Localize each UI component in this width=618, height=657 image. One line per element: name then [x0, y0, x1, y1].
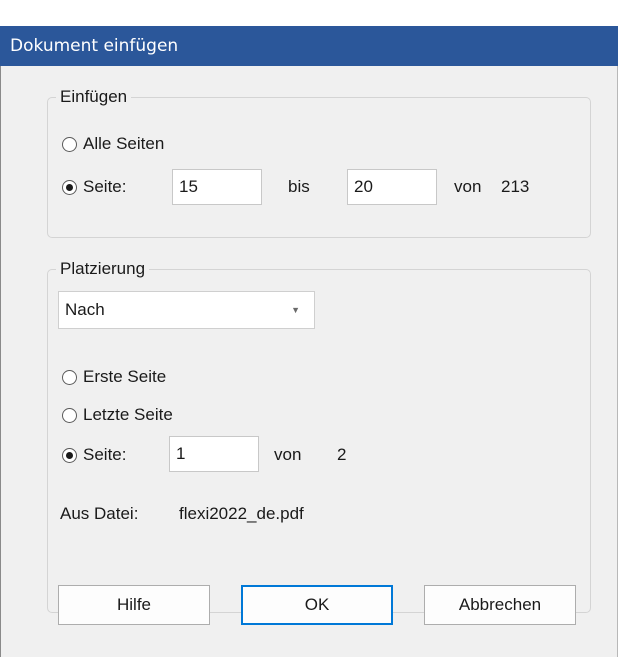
- radio-first-page-label: Erste Seite: [83, 367, 167, 386]
- from-page-input[interactable]: 15: [172, 169, 262, 205]
- placement-position-value: Nach: [65, 300, 105, 319]
- radio-placement-page-circle[interactable]: [62, 447, 77, 463]
- radio-placement-page-label: Seite:: [83, 445, 127, 464]
- dialog-title-bar[interactable]: Dokument einfügen: [0, 26, 618, 66]
- placement-group: Platzierung Nach ▼ Erste Seite Letzte Se…: [47, 258, 591, 613]
- source-file-label: Aus Datei:: [60, 504, 139, 523]
- source-file-name: flexi2022_de.pdf: [179, 504, 304, 523]
- chevron-down-icon: ▼: [291, 305, 300, 315]
- of-total-label: von: [454, 177, 482, 196]
- radio-last-page-circle[interactable]: [62, 407, 77, 423]
- radio-page-range[interactable]: Seite:: [62, 174, 126, 200]
- ok-button[interactable]: OK: [241, 585, 393, 625]
- placement-group-legend: Platzierung: [56, 258, 150, 280]
- insert-group: Einfügen Alle Seiten Seite: 15 bis 20 vo…: [47, 86, 591, 238]
- radio-page-range-label: Seite:: [83, 177, 127, 196]
- radio-last-page-label: Letzte Seite: [83, 405, 173, 424]
- radio-all-pages-label: Alle Seiten: [83, 134, 165, 153]
- total-pages-value: 213: [501, 177, 530, 196]
- help-button[interactable]: Hilfe: [58, 585, 210, 625]
- dialog-title: Dokument einfügen: [10, 36, 179, 56]
- radio-page-range-circle[interactable]: [62, 179, 77, 195]
- radio-first-page-circle[interactable]: [62, 369, 77, 385]
- placement-position-select[interactable]: Nach ▼: [58, 291, 315, 329]
- window-top-strip: [0, 0, 618, 26]
- radio-all-pages[interactable]: Alle Seiten: [62, 131, 164, 157]
- radio-last-page[interactable]: Letzte Seite: [62, 402, 173, 428]
- placement-of-label: von: [274, 445, 302, 464]
- cancel-button[interactable]: Abbrechen: [424, 585, 576, 625]
- radio-all-pages-circle[interactable]: [62, 136, 77, 152]
- to-label: bis: [288, 177, 310, 196]
- radio-first-page[interactable]: Erste Seite: [62, 364, 166, 390]
- placement-total-pages: 2: [337, 445, 347, 464]
- dialog-body: Einfügen Alle Seiten Seite: 15 bis 20 vo…: [0, 66, 618, 657]
- insert-group-legend: Einfügen: [56, 86, 132, 108]
- radio-placement-page[interactable]: Seite:: [62, 442, 126, 468]
- to-page-input[interactable]: 20: [347, 169, 437, 205]
- placement-page-input[interactable]: 1: [169, 436, 259, 472]
